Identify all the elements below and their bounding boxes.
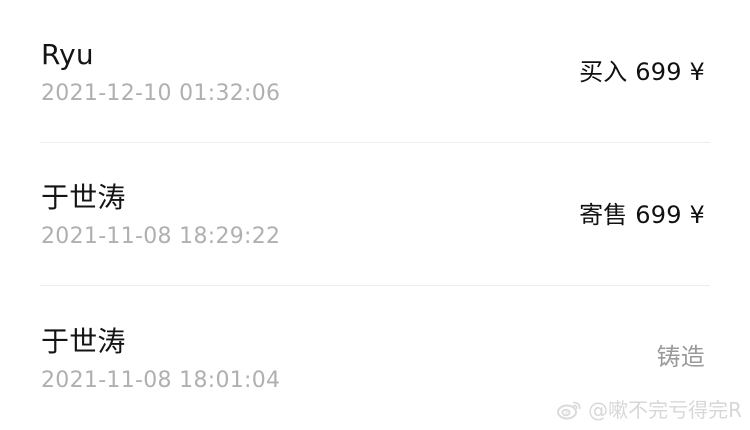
transaction-action: 买入 699 ¥: [579, 58, 705, 86]
owner-name: 于世涛: [41, 181, 126, 214]
transaction-time: 2021-12-10 01:32:06: [41, 81, 281, 106]
transaction-history-list: Ryu 2021-12-10 01:32:06 买入 699 ¥ 于世涛 202…: [0, 0, 750, 426]
transaction-row: 于世涛 2021-11-08 18:29:22 寄售 699 ¥: [0, 143, 750, 286]
transaction-time: 2021-11-08 18:29:22: [41, 224, 281, 249]
row-divider: [40, 285, 710, 286]
transaction-time: 2021-11-08 18:01:04: [41, 368, 281, 393]
weibo-icon: [557, 401, 581, 420]
transaction-action: 铸造: [656, 343, 705, 371]
owner-name: 于世涛: [41, 325, 126, 358]
watermark: @嗽不完亏得完R: [556, 398, 742, 422]
owner-name: Ryu: [41, 38, 94, 71]
transaction-action: 寄售 699 ¥: [579, 201, 705, 229]
watermark-text: @嗽不完亏得完R: [588, 398, 742, 422]
transaction-row: Ryu 2021-12-10 01:32:06 买入 699 ¥: [0, 0, 750, 143]
